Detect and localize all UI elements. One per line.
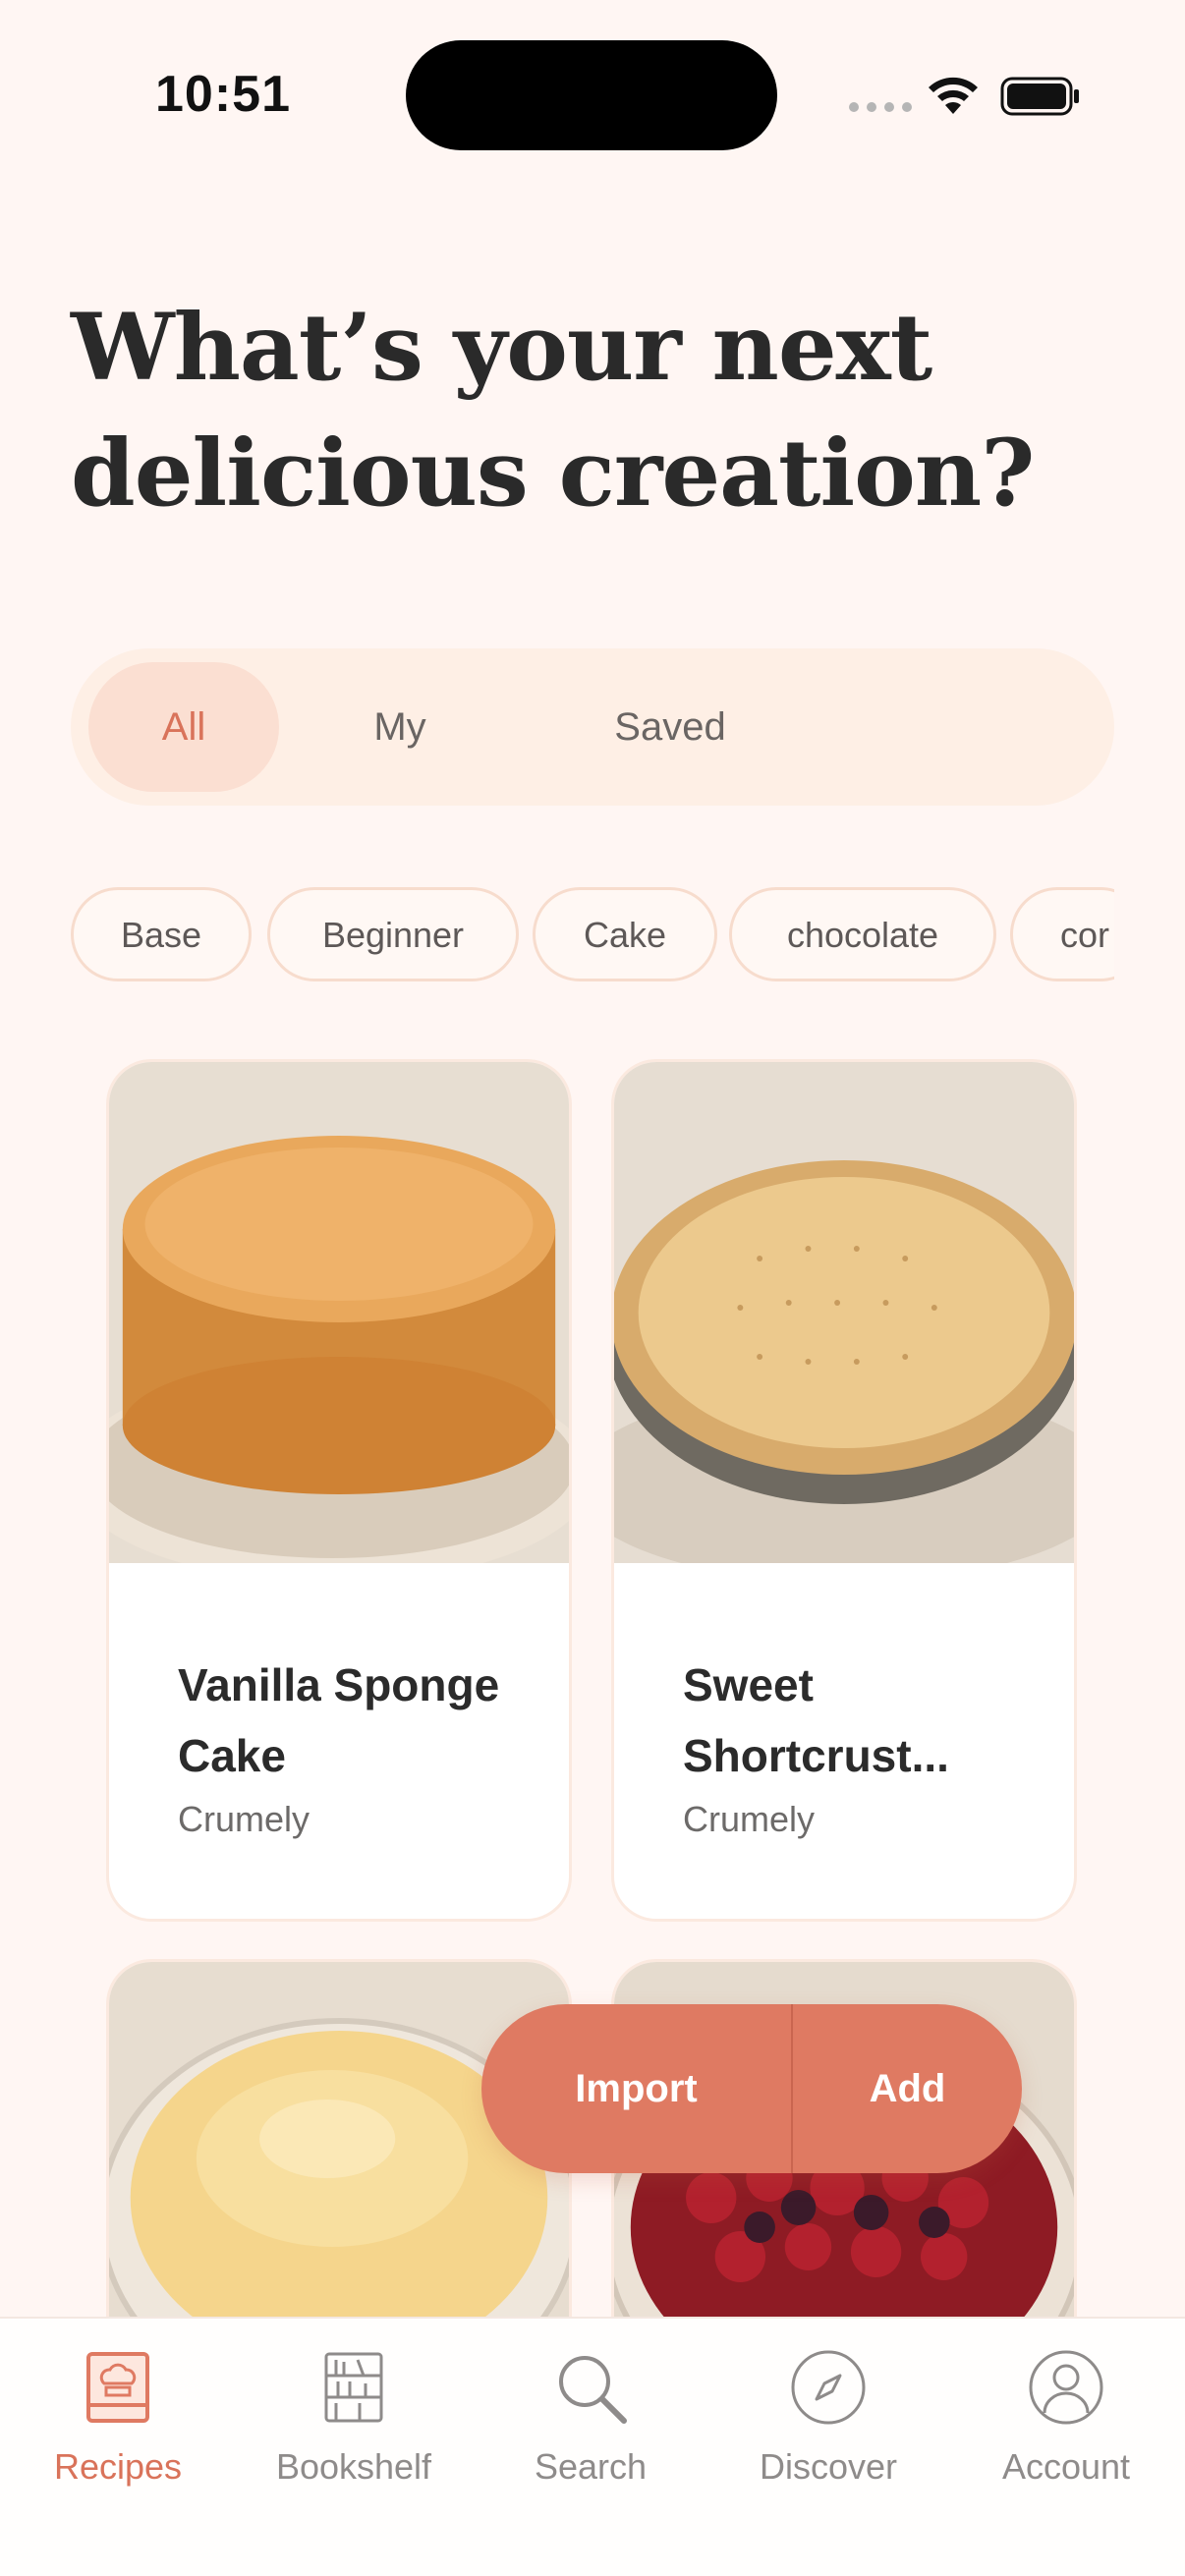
tag-chip[interactable]: chocolate	[729, 887, 996, 981]
search-icon	[559, 2356, 627, 2424]
page-title: What’s your next delicious creation?	[71, 294, 1035, 528]
status-time: 10:51	[155, 66, 291, 123]
tab-search-label: Search	[534, 2446, 648, 2487]
import-button[interactable]: Import	[481, 2004, 791, 2173]
import-add-pill: Import Add	[481, 2004, 1022, 2173]
recipe-author: Crumely	[178, 1799, 310, 1839]
recipe-title: Sweet Shortcrust...	[683, 1659, 949, 1781]
segment-my[interactable]: My	[336, 662, 464, 792]
tab-account[interactable]: Account	[958, 2319, 1174, 2535]
account-icon	[1029, 2350, 1103, 2425]
segment-all[interactable]: All	[88, 662, 279, 792]
recipe-author: Crumely	[683, 1799, 816, 1839]
battery-icon	[1000, 77, 1079, 116]
tart-shell-image	[614, 1062, 1074, 1563]
tab-recipes-label: Recipes	[53, 2446, 183, 2487]
add-button[interactable]: Add	[793, 2004, 1022, 2173]
tab-discover-label: Discover	[759, 2446, 898, 2487]
recipe-card[interactable]: Sweet Shortcrust... Crumely	[611, 1059, 1077, 1922]
wifi-icon	[929, 77, 978, 114]
tag-chip[interactable]: Base	[71, 887, 252, 981]
tag-chip[interactable]: Cake	[533, 887, 717, 981]
tag-filter-row[interactable]: Base Beginner Cake chocolate cor	[71, 887, 1114, 983]
tab-discover[interactable]: Discover	[720, 2319, 936, 2535]
recipes-screen: 10:51 What’s your next delicious creatio…	[0, 0, 1185, 2576]
tag-chip[interactable]: Beginner	[267, 887, 519, 981]
dynamic-island	[406, 40, 777, 150]
tag-chip[interactable]: cor	[1010, 887, 1114, 981]
tab-bookshelf[interactable]: Bookshelf	[246, 2319, 462, 2535]
bottom-tab-bar: Recipes Bookshelf Search Discover Accoun…	[0, 2317, 1185, 2576]
compass-icon	[791, 2350, 866, 2425]
segment-saved[interactable]: Saved	[562, 662, 778, 792]
tab-bookshelf-label: Bookshelf	[275, 2446, 432, 2487]
recipe-title: Vanilla Sponge Cake	[178, 1659, 500, 1781]
sponge-cake-image	[109, 1062, 569, 1563]
tab-recipes[interactable]: Recipes	[10, 2319, 226, 2535]
recipe-card[interactable]: Vanilla Sponge Cake Crumely	[106, 1059, 572, 1922]
cellular-signal-icon	[849, 102, 912, 112]
recipe-filter-segment: All My Saved	[71, 648, 1114, 806]
bookshelf-icon	[324, 2352, 383, 2423]
recipe-book-icon	[86, 2352, 149, 2423]
tab-account-label: Account	[1001, 2446, 1131, 2487]
tab-search[interactable]: Search	[482, 2319, 699, 2535]
